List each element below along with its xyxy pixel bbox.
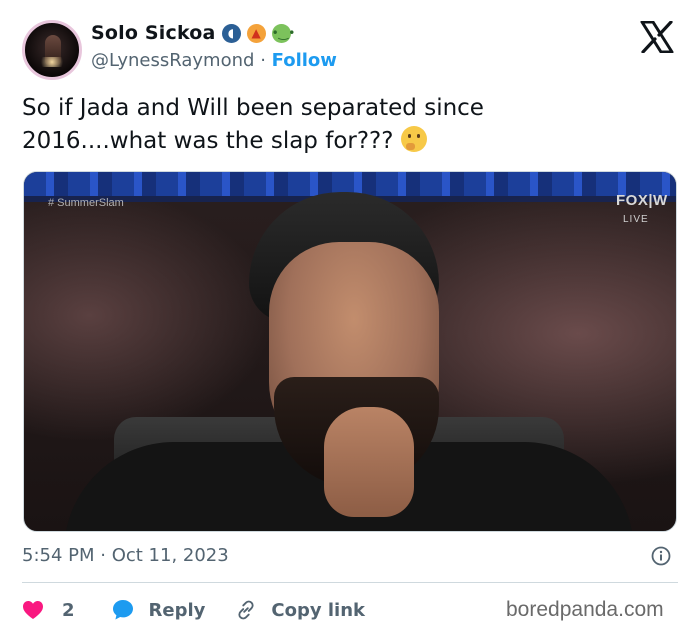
actions-divider [22,582,678,583]
info-icon[interactable] [651,546,671,566]
speaking-head-emoji-icon: ◖ [221,23,241,43]
reply-bubble-icon [112,600,133,620]
follow-button[interactable]: Follow [272,50,337,71]
thinking-face-emoji-icon [400,126,427,152]
author-handle[interactable]: @LynessRaymond [91,50,254,71]
tweet-actions: 2 Reply Copy link [22,596,365,624]
x-logo-icon[interactable] [640,21,674,53]
author-name-row: Solo Sickoa ◖ ▲ •‿• [91,22,295,44]
like-count: 2 [62,599,75,621]
tweet-text-line1: So if Jada and Will been separated since [22,95,484,121]
heart-icon [23,601,43,619]
author-avatar[interactable] [22,20,82,80]
tweet-text: So if Jada and Will been separated since… [22,92,662,158]
fire-emoji-icon: ▲ [246,23,266,43]
tweet-card: Solo Sickoa ◖ ▲ •‿• @LynessRaymond · Fol… [0,0,700,635]
media-hashtag: # SummerSlam [48,197,124,209]
avatar-highlight [37,57,67,67]
network-logo: FOX|W [616,192,668,209]
tweet-media-image[interactable]: # SummerSlam FOX|W LIVE [23,171,677,532]
author-display-name[interactable]: Solo Sickoa [91,22,216,44]
reply-button[interactable]: Reply [111,598,206,622]
like-button[interactable]: 2 [22,600,75,621]
reply-label: Reply [148,599,206,621]
tweet-text-line2: 2016....what was the slap for??? [22,128,394,154]
person-hand [324,407,414,517]
copy-link-label: Copy link [271,599,365,621]
nauseated-face-emoji-icon: •‿• [271,23,295,43]
handle-separator: · [260,50,266,71]
link-icon [238,600,254,620]
copy-link-button[interactable]: Copy link [235,599,365,621]
boredpanda-watermark: boredpanda.com [506,598,664,621]
tweet-timestamp[interactable]: 5:54 PM · Oct 11, 2023 [22,545,229,566]
author-handle-row: @LynessRaymond · Follow [91,50,337,71]
live-label: LIVE [623,214,649,225]
